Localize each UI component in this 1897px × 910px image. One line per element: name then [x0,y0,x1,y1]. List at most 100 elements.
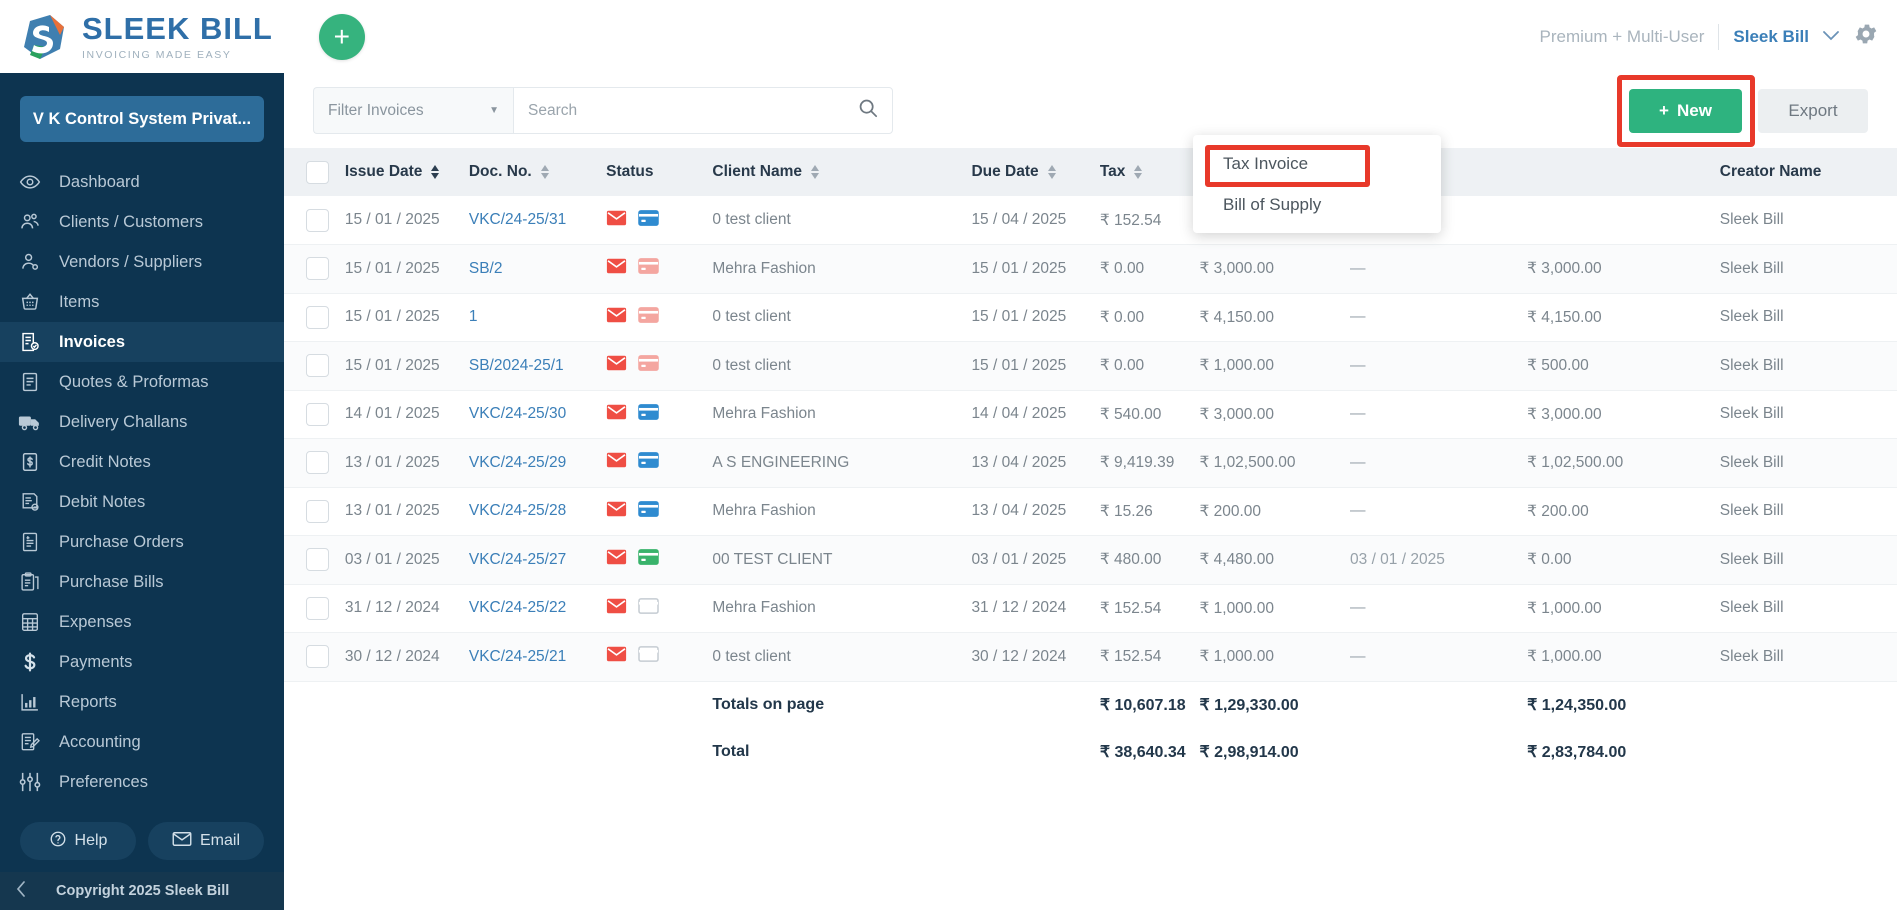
sidebar-item-purchase-bills[interactable]: Purchase Bills [0,562,284,602]
new-button[interactable]: + New [1629,88,1742,133]
table-row[interactable]: 30 / 12 / 2024 VKC/24-25/21 0 test client 3… [284,632,1897,682]
cell-doc-no[interactable]: VKC/24-25/22 [469,584,606,633]
payment-status-icon[interactable] [638,597,659,619]
cell-doc-no[interactable]: 1 [469,293,606,342]
row-select-cell[interactable] [284,536,345,585]
sidebar-item-debit-notes[interactable]: Debit Notes [0,482,284,522]
column-header-client-name[interactable]: Client Name [712,148,971,196]
sidebar-item-items[interactable]: Items [0,282,284,322]
cell-doc-no[interactable]: VKC/24-25/21 [469,633,606,682]
row-select-cell[interactable] [284,390,345,439]
sidebar-item-quotes-proformas[interactable]: Quotes & Proformas [0,362,284,402]
payment-status-icon[interactable] [638,646,659,667]
menu-item-bill-of-supply[interactable]: Bill of Supply [1193,184,1441,225]
table-row[interactable]: 15 / 01 / 2025 SB/2024-25/1 0 test client 1… [284,341,1897,391]
sidebar-item-payments[interactable]: Payments [0,642,284,682]
sidebar-item-credit-notes[interactable]: Credit Notes [0,442,284,482]
row-checkbox[interactable] [306,305,329,329]
column-header-doc-no[interactable]: Doc. No. [469,148,606,196]
sidebar-item-accounting[interactable]: Accounting [0,722,284,762]
payment-status-icon[interactable] [638,452,659,473]
table-row[interactable]: 14 / 01 / 2025 VKC/24-25/30 Mehra Fashion 1… [284,390,1897,439]
app-logo[interactable]: SLEEK BILL INVOICING MADE EASY [16,9,273,65]
payment-status-icon[interactable] [638,306,659,328]
row-checkbox[interactable] [306,257,329,281]
column-header-tax[interactable]: Tax [1100,148,1200,196]
search-input[interactable] [528,101,858,120]
cell-doc-no[interactable]: VKC/24-25/31 [469,196,606,245]
row-checkbox[interactable] [306,499,329,523]
column-header-due-date[interactable]: Due Date [971,148,1099,196]
sidebar-item-delivery-challans[interactable]: Delivery Challans [0,402,284,442]
row-select-cell[interactable] [284,293,345,342]
quick-add-button[interactable]: + [318,13,365,60]
table-row[interactable]: 15 / 01 / 2025 VKC/24-25/31 0 test client 1… [284,196,1897,245]
sort-toggle[interactable] [1047,165,1056,179]
table-row[interactable]: 15 / 01 / 2025 1 0 test client 15 / 01 / 20… [284,293,1897,342]
payment-status-icon[interactable] [638,355,659,376]
email-status-icon[interactable] [606,646,627,667]
sidebar-item-invoices[interactable]: Invoices [0,322,284,362]
sidebar-item-reports[interactable]: Reports [0,682,284,722]
email-status-icon[interactable] [606,307,627,328]
table-row[interactable]: 13 / 01 / 2025 VKC/24-25/29 A S ENGINEERIN… [284,438,1897,488]
payment-status-icon[interactable] [638,258,659,279]
company-selector[interactable]: V K Control System Privat... [20,96,264,142]
sidebar-item-expenses[interactable]: Expenses [0,602,284,642]
cell-doc-no[interactable]: VKC/24-25/28 [469,487,606,536]
row-select-cell[interactable] [284,245,345,294]
email-status-icon[interactable] [606,598,627,619]
sidebar-item-preferences[interactable]: Preferences [0,762,284,802]
table-row[interactable]: 03 / 01 / 2025 VKC/24-25/27 00 TEST CLIENT… [284,535,1897,585]
table-row[interactable]: 13 / 01 / 2025 VKC/24-25/28 Mehra Fashion 1… [284,487,1897,536]
email-status-icon[interactable] [606,452,627,473]
column-header-issue-date[interactable]: Issue Date [345,148,469,196]
help-button[interactable]: Help [20,822,136,860]
payment-status-icon[interactable] [638,500,659,522]
row-checkbox[interactable] [306,451,329,475]
table-row[interactable]: 15 / 01 / 2025 SB/2 Mehra Fashion 15 / 01 /… [284,244,1897,294]
row-select-cell[interactable] [284,439,345,488]
sidebar-item-vendors-suppliers[interactable]: Vendors / Suppliers [0,242,284,282]
payment-status-icon[interactable] [638,549,659,570]
cell-doc-no[interactable]: VKC/24-25/27 [469,536,606,585]
filter-invoices-select[interactable]: Filter Invoices ▼ [313,87,513,134]
row-checkbox[interactable] [306,548,329,572]
table-row[interactable]: 31 / 12 / 2024 VKC/24-25/22 Mehra Fashion 3… [284,584,1897,633]
row-select-cell[interactable] [284,487,345,536]
sort-toggle[interactable] [1134,165,1143,179]
sidebar-item-dashboard[interactable]: Dashboard [0,162,284,202]
row-checkbox[interactable] [306,596,329,620]
email-button[interactable]: Email [148,822,264,860]
row-select-cell[interactable] [284,633,345,682]
email-status-icon[interactable] [606,355,627,376]
row-select-cell[interactable] [284,196,345,245]
email-status-icon[interactable] [606,210,627,231]
sidebar-item-clients-customers[interactable]: Clients / Customers [0,202,284,242]
gear-icon[interactable] [1853,21,1879,52]
row-checkbox[interactable] [306,354,329,378]
email-status-icon[interactable] [606,501,627,522]
sort-toggle[interactable] [810,165,819,179]
search-icon[interactable] [858,98,878,123]
cell-doc-no[interactable]: VKC/24-25/29 [469,439,606,488]
sidebar-item-purchase-orders[interactable]: Purchase Orders [0,522,284,562]
cell-doc-no[interactable]: SB/2024-25/1 [469,342,606,391]
export-button[interactable]: Export [1758,88,1868,133]
payment-status-icon[interactable] [638,209,659,231]
search-box[interactable] [513,87,893,134]
email-status-icon[interactable] [606,258,627,279]
email-status-icon[interactable] [606,404,627,425]
cell-doc-no[interactable]: SB/2 [469,245,606,294]
row-checkbox[interactable] [306,402,329,426]
chevron-down-icon[interactable] [1823,28,1839,45]
row-select-cell[interactable] [284,584,345,633]
menu-item-tax-invoice[interactable]: Tax Invoice [1193,143,1441,184]
account-name[interactable]: Sleek Bill [1733,27,1809,47]
chevron-left-icon[interactable] [16,881,26,901]
row-checkbox[interactable] [306,645,329,669]
row-checkbox[interactable] [306,208,329,232]
sort-toggle[interactable] [540,165,549,179]
sort-toggle[interactable] [431,165,440,179]
select-all-checkbox[interactable] [306,160,329,184]
